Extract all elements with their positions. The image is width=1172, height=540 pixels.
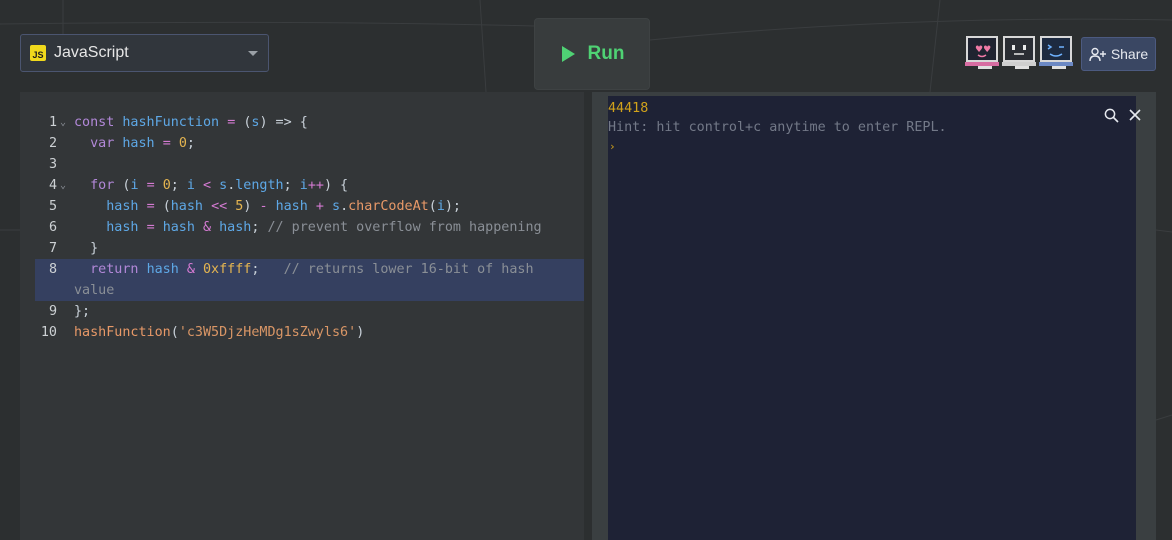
javascript-icon: JS — [30, 45, 46, 61]
code-line[interactable]: 9 }; — [20, 301, 584, 322]
share-label: Share — [1110, 46, 1149, 62]
line-number: 5 — [48, 199, 57, 214]
fold-icon[interactable]: ⌄ — [60, 175, 66, 196]
fold-icon[interactable]: ⌄ — [60, 112, 66, 133]
code-line[interactable]: 3 — [20, 154, 584, 175]
code-text: hashFunction('c3W5DjzHeMDg1sZwyls6') — [74, 325, 365, 340]
code-line-active[interactable]: 8 return hash & 0xffff; // returns lower… — [35, 259, 584, 301]
line-number: 3 — [48, 157, 57, 172]
console-output-area[interactable]: 44418 Hint: hit control+c anytime to ent… — [608, 96, 1141, 540]
line-number: 2 — [48, 136, 57, 151]
language-select[interactable]: JS JavaScript — [20, 34, 269, 72]
avatar-gray-face[interactable] — [1001, 34, 1037, 70]
code-text: hash = (hash << 5) - hash + s.charCodeAt… — [106, 199, 461, 214]
code-text: return hash & 0xffff; // returns lower 1… — [74, 262, 542, 298]
line-number: 7 — [48, 241, 57, 256]
search-icon — [1104, 108, 1119, 123]
console-prompt[interactable]: › — [609, 137, 616, 156]
search-button[interactable] — [1100, 104, 1122, 126]
code-line[interactable]: 1 ⌄ const hashFunction = (s) => { — [20, 112, 584, 133]
code-line[interactable]: 4 ⌄ for (i = 0; i < s.length; i++) { — [20, 175, 584, 196]
close-icon — [1129, 109, 1141, 121]
avatar-blue-icon — [1039, 36, 1073, 69]
code-line[interactable]: 7 } — [20, 238, 584, 259]
code-lines[interactable]: 1 ⌄ const hashFunction = (s) => { 2 var … — [20, 112, 584, 343]
line-number: 9 — [48, 304, 57, 319]
close-button[interactable] — [1124, 104, 1146, 126]
code-text: for (i = 0; i < s.length; i++) { — [90, 178, 349, 193]
run-label: Run — [587, 43, 625, 64]
avatar-pink-face[interactable]: ♥♥ — [964, 34, 1000, 70]
play-icon — [561, 46, 575, 62]
code-text: } — [90, 241, 99, 256]
avatar-gray-icon — [1002, 36, 1036, 69]
code-text: var hash = 0; — [90, 136, 195, 151]
share-button[interactable]: Share — [1081, 37, 1156, 71]
code-line[interactable]: 10 hashFunction('c3W5DjzHeMDg1sZwyls6') — [20, 322, 584, 343]
avatar-blue-face[interactable] — [1038, 34, 1074, 70]
console-panel: 44418 Hint: hit control+c anytime to ent… — [592, 92, 1156, 540]
code-line[interactable]: 5 hash = (hash << 5) - hash + s.charCode… — [20, 196, 584, 217]
code-line[interactable]: 2 var hash = 0; — [20, 133, 584, 154]
console-output: 44418 — [608, 101, 649, 116]
line-number: 10 — [40, 325, 57, 340]
line-number: 1 — [48, 115, 57, 130]
line-number: 6 — [48, 220, 57, 235]
code-line[interactable]: 6 hash = hash & hash; // prevent overflo… — [20, 217, 584, 238]
code-text: hash = hash & hash; // prevent overflow … — [106, 220, 542, 235]
code-editor[interactable]: 1 ⌄ const hashFunction = (s) => { 2 var … — [20, 92, 584, 540]
svg-text:♥♥: ♥♥ — [975, 45, 991, 55]
avatar-pink-icon: ♥♥ — [965, 36, 999, 69]
code-text: const hashFunction = (s) => { — [74, 115, 308, 130]
run-button[interactable]: Run — [534, 18, 650, 90]
line-number: 4 — [48, 178, 57, 193]
chevron-down-icon — [248, 51, 258, 56]
add-user-icon — [1089, 47, 1106, 61]
line-number: 8 — [48, 262, 57, 277]
console-hint: Hint: hit control+c anytime to enter REP… — [608, 120, 947, 135]
code-text: }; — [74, 304, 91, 319]
language-label: JavaScript — [54, 44, 129, 61]
